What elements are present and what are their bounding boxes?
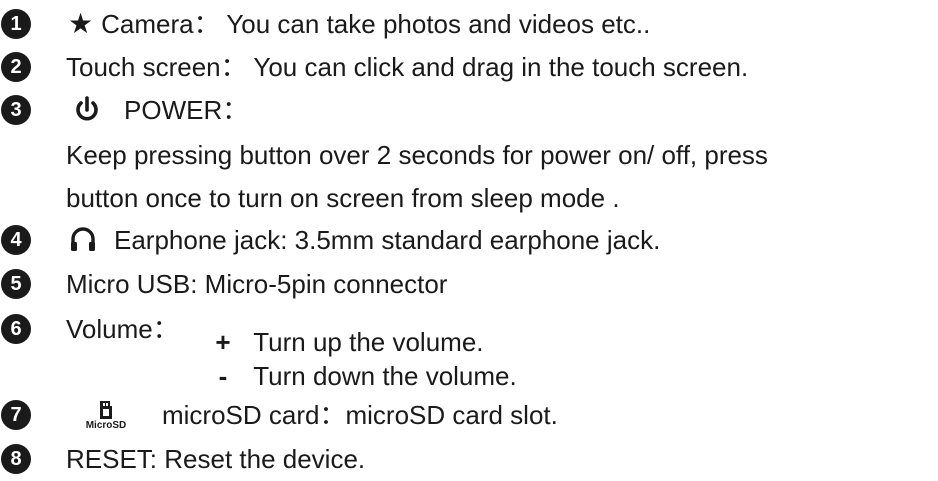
camera-description: Camera： You can take photos and videos e… <box>101 9 651 39</box>
star-icon: ★ <box>68 8 94 39</box>
item-content: Micro USB: Micro-5pin connector <box>66 271 447 297</box>
volume-title: Volume： <box>66 314 179 344</box>
microsd-icon: MicroSD <box>66 395 146 435</box>
microsd-label: MicroSD <box>85 419 127 431</box>
item-content: Volume： <box>66 316 179 342</box>
reset-description: RESET: Reset the device. <box>66 444 366 474</box>
item-content: Touch screen： You can click and drag in … <box>66 54 748 80</box>
number-badge: 2 <box>1 52 31 82</box>
touch-screen-description: Touch screen： You can click and drag in … <box>66 52 749 82</box>
power-icon <box>72 95 102 125</box>
plus-symbol: + <box>215 327 231 357</box>
number-badge: 6 <box>1 314 31 344</box>
minus-symbol: - <box>218 361 228 391</box>
power-title: POWER： <box>124 95 249 125</box>
microsd-description: microSD card：microSD card slot. <box>162 400 558 430</box>
instruction-list: 1 ★ Camera： You can take photos and vide… <box>0 0 938 474</box>
volume-up-description: Turn up the volume. <box>253 327 484 357</box>
earphone-jack-description: Earphone jack: 3.5mm standard earphone j… <box>114 225 661 255</box>
number-badge: 8 <box>1 444 31 474</box>
item-content: RESET: Reset the device. <box>66 446 365 472</box>
micro-usb-description: Micro USB: Micro-5pin connector <box>66 269 448 299</box>
volume-down-line: - Turn down the volume. <box>208 363 517 389</box>
number-badge: 7 <box>1 400 31 430</box>
number-badge: 5 <box>1 269 31 299</box>
number-badge: 1 <box>1 9 31 39</box>
item-content: microSD card：microSD card slot. <box>162 402 558 428</box>
volume-up-line: + Turn up the volume. <box>208 327 484 357</box>
number-badge: 3 <box>1 95 31 125</box>
power-description-line-2: button once to turn on screen from sleep… <box>66 183 620 213</box>
item-content: Earphone jack: 3.5mm standard earphone j… <box>66 225 660 255</box>
item-content: ★ Camera： You can take photos and videos… <box>66 10 650 38</box>
number-badge: 4 <box>1 225 31 255</box>
power-description-line-1: Keep pressing button over 2 seconds for … <box>66 140 768 170</box>
headphone-icon <box>68 225 98 255</box>
volume-down-description: Turn down the volume. <box>253 361 517 391</box>
item-content: POWER： <box>66 95 248 125</box>
